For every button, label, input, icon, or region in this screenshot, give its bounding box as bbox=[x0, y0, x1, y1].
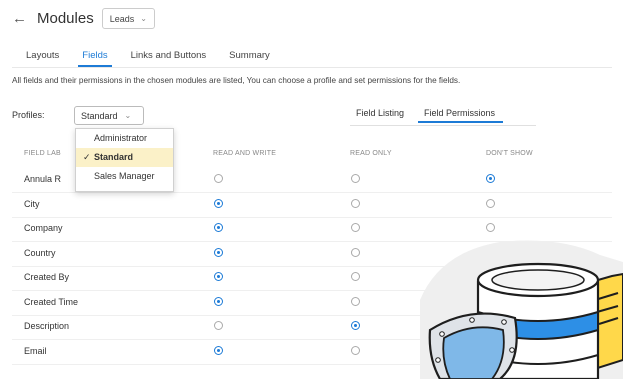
radio-dont-show[interactable] bbox=[486, 198, 495, 208]
radio-read-write[interactable] bbox=[214, 321, 223, 330]
chevron-down-icon: ⌄ bbox=[140, 14, 147, 23]
profile-option-administrator[interactable]: Administrator bbox=[76, 129, 173, 148]
module-tabs: Layouts Fields Links and Buttons Summary bbox=[26, 50, 293, 67]
field-label: Created Time bbox=[24, 296, 79, 307]
page-title: Modules bbox=[37, 10, 94, 27]
profile-option-label: Sales Manager bbox=[94, 171, 155, 181]
radio-read-write[interactable] bbox=[214, 198, 223, 208]
radio-read-only[interactable] bbox=[351, 272, 360, 281]
radio-dont-show[interactable] bbox=[486, 296, 495, 306]
field-label: Country bbox=[24, 247, 56, 258]
table-row: Company bbox=[12, 219, 612, 243]
row-divider bbox=[12, 339, 612, 340]
profile-option-label: Standard bbox=[94, 152, 134, 162]
table-row: Description bbox=[12, 317, 612, 341]
tab-summary[interactable]: Summary bbox=[229, 50, 270, 67]
row-divider bbox=[12, 192, 612, 193]
field-label: Description bbox=[24, 321, 70, 331]
profile-option-label: Administrator bbox=[94, 133, 148, 143]
radio-read-only[interactable] bbox=[351, 174, 360, 183]
row-divider bbox=[12, 314, 612, 316]
table-row: Country bbox=[12, 244, 612, 268]
profile-option-sales-manager[interactable]: Sales Manager bbox=[76, 167, 173, 186]
column-header-read-write: READ AND WRITE bbox=[213, 150, 277, 157]
radio-read-write[interactable] bbox=[214, 345, 223, 355]
page-header: ← Modules Leads ⌄ bbox=[12, 8, 155, 29]
table-row: City bbox=[12, 195, 612, 219]
column-header-dont-show: DON'T SHOW bbox=[486, 150, 533, 157]
column-header-field-label: FIELD LAB bbox=[24, 150, 61, 157]
radio-read-write[interactable] bbox=[214, 223, 223, 232]
tab-field-listing[interactable]: Field Listing bbox=[356, 108, 404, 123]
checkmark-icon: ✓ bbox=[83, 152, 91, 162]
profile-label: Profiles: bbox=[12, 110, 45, 120]
radio-read-write[interactable] bbox=[214, 296, 223, 306]
table-row: Created Time bbox=[12, 293, 612, 317]
radio-dont-show[interactable] bbox=[486, 223, 495, 232]
radio-read-only[interactable] bbox=[351, 296, 360, 306]
radio-dont-show[interactable] bbox=[486, 321, 495, 330]
radio-dont-show[interactable] bbox=[486, 345, 495, 355]
profile-select[interactable]: Standard ⌄ bbox=[74, 106, 144, 125]
radio-read-write[interactable] bbox=[214, 174, 223, 183]
tab-fields[interactable]: Fields bbox=[78, 50, 113, 67]
profile-select-value: Standard bbox=[81, 110, 118, 121]
page-description: All fields and their permissions in the … bbox=[12, 76, 461, 85]
row-divider bbox=[12, 216, 612, 218]
tab-links-and-buttons[interactable]: Links and Buttons bbox=[131, 50, 207, 67]
module-select[interactable]: Leads ⌄ bbox=[101, 8, 155, 29]
row-divider bbox=[12, 290, 612, 291]
module-select-value: Leads bbox=[109, 13, 135, 24]
row-divider bbox=[12, 241, 612, 242]
chevron-down-icon: ⌄ bbox=[124, 111, 132, 120]
row-divider bbox=[12, 363, 612, 365]
tabs-divider bbox=[12, 67, 612, 68]
row-divider bbox=[12, 265, 612, 267]
profile-option-standard[interactable]: ✓ Standard bbox=[76, 148, 173, 167]
radio-read-only[interactable] bbox=[351, 247, 360, 257]
radio-read-write[interactable] bbox=[214, 247, 223, 257]
column-header-read-only: READ ONLY bbox=[350, 150, 392, 157]
table-row: Email bbox=[12, 342, 612, 366]
field-label: Company bbox=[24, 223, 63, 233]
field-label: Email bbox=[24, 345, 47, 356]
radio-dont-show[interactable] bbox=[486, 272, 495, 281]
field-label: Created By bbox=[24, 272, 70, 282]
field-label: City bbox=[24, 198, 40, 209]
radio-read-only[interactable] bbox=[351, 223, 360, 232]
tab-field-permissions[interactable]: Field Permissions bbox=[418, 108, 504, 123]
radio-read-only[interactable] bbox=[351, 345, 360, 355]
view-toggle: Field Listing Field Permissions bbox=[356, 108, 515, 123]
view-toggle-divider bbox=[350, 125, 536, 126]
radio-dont-show[interactable] bbox=[486, 174, 495, 183]
field-label: Annula R bbox=[24, 174, 62, 184]
radio-read-write[interactable] bbox=[214, 272, 223, 281]
radio-dont-show[interactable] bbox=[486, 247, 495, 257]
radio-read-only[interactable] bbox=[351, 198, 360, 208]
back-arrow-icon[interactable]: ← bbox=[12, 10, 27, 27]
tab-layouts[interactable]: Layouts bbox=[26, 50, 59, 67]
radio-read-only[interactable] bbox=[351, 321, 360, 330]
profile-dropdown-menu: Administrator ✓ Standard Sales Manager bbox=[75, 128, 174, 192]
table-row: Created By bbox=[12, 268, 612, 292]
